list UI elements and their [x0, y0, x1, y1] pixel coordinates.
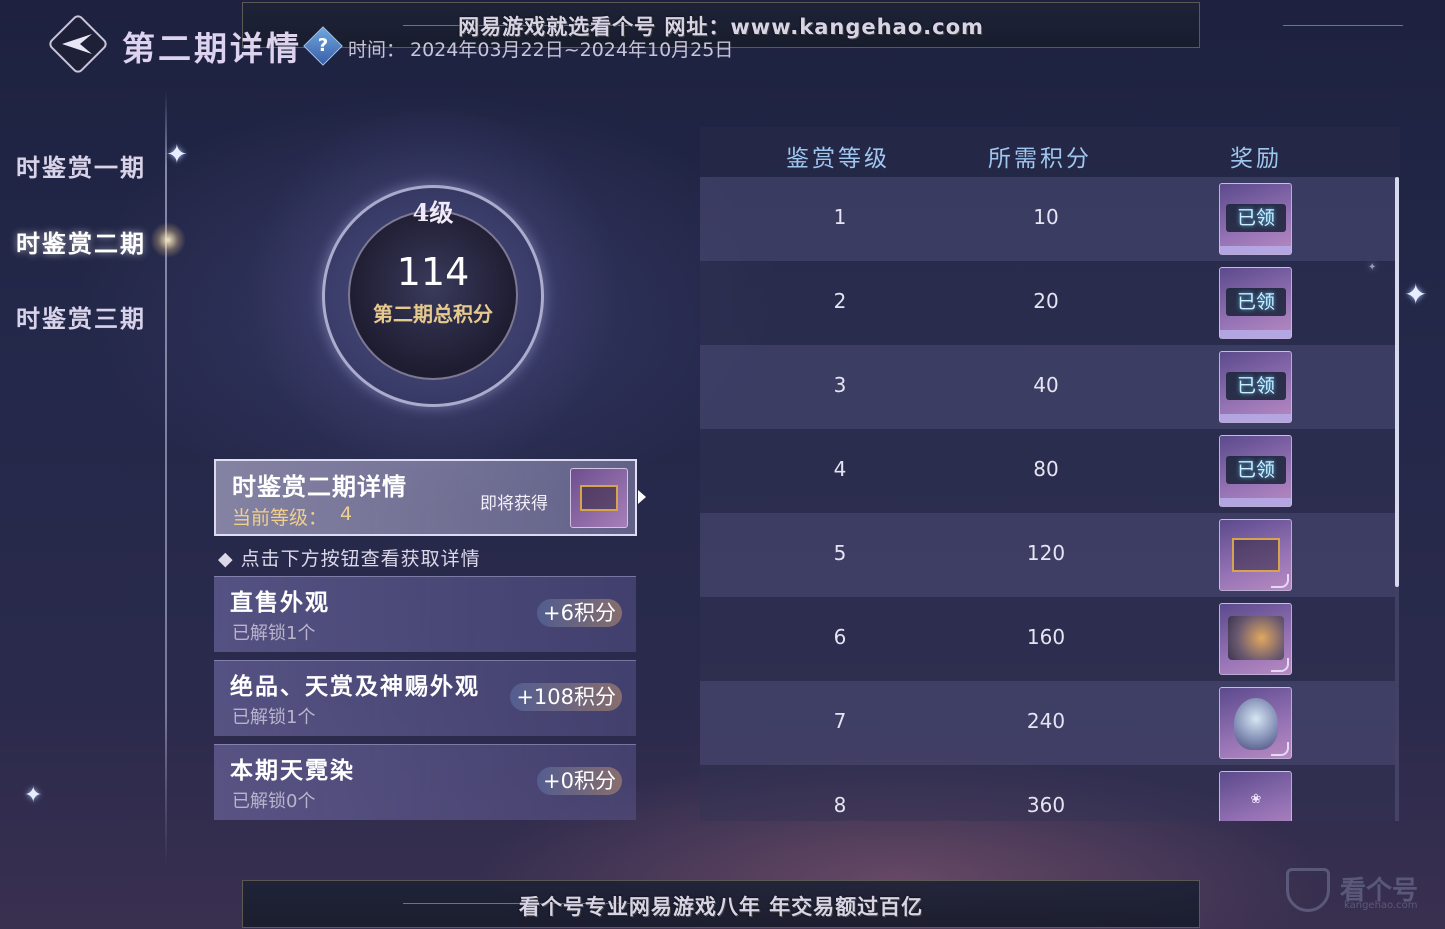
- claimed-label: 已领: [1226, 288, 1286, 316]
- table-row: 4 80 已领: [700, 429, 1395, 513]
- star-icon: ✦: [166, 140, 188, 170]
- row-points: 240: [1026, 709, 1066, 733]
- row-level: 4: [833, 457, 847, 481]
- star-icon: ✦: [1404, 278, 1428, 311]
- source-unlocked: 已解锁1个: [232, 623, 316, 644]
- table-row: 3 40 已领: [700, 345, 1395, 429]
- table-row: 1 10 已领: [700, 177, 1395, 261]
- nav-item-period-2[interactable]: 时鉴赏二期: [16, 224, 146, 259]
- source-card-premium[interactable]: 绝品、天赏及神赐外观 已解锁1个 +108积分: [214, 660, 636, 736]
- row-points: 120: [1026, 541, 1066, 565]
- table-row: 2 20 已领: [700, 261, 1395, 345]
- frame-icon: [580, 485, 618, 511]
- source-unlocked: 已解锁1个: [232, 707, 316, 728]
- upcoming-reward-label: 即将获得: [480, 494, 548, 514]
- row-level: 3: [833, 373, 847, 397]
- nav-item-period-3[interactable]: 时鉴赏三期: [16, 299, 146, 334]
- reward-item[interactable]: [1219, 519, 1292, 591]
- table-row: 6 160: [700, 597, 1395, 681]
- time-value: 2024年03月22日~2024年10月25日: [410, 39, 734, 61]
- reward-bar: [1220, 498, 1291, 506]
- claimed-label: 已领: [1226, 372, 1286, 400]
- current-level-label: 当前等级：: [232, 507, 328, 529]
- total-score-caption: 第二期总积分: [373, 302, 493, 326]
- medal-core: [348, 210, 518, 380]
- frame-icon: [1232, 538, 1280, 572]
- reward-item[interactable]: ❀: [1219, 771, 1292, 821]
- medal-level: 4级: [412, 198, 454, 227]
- page-title: 第二期详情: [122, 29, 302, 68]
- table-row: 5 120: [700, 513, 1395, 597]
- row-points: 40: [1033, 373, 1059, 397]
- upcoming-reward-thumbnail: [570, 468, 628, 528]
- bottom-watermark-text: 看个号专业网易游戏八年 年交易额过百亿: [518, 895, 924, 919]
- row-points: 20: [1033, 289, 1059, 313]
- reward-table-header: 鉴赏等级 所需积分 奖励: [700, 127, 1400, 177]
- current-level-value: 4: [340, 503, 353, 525]
- scrollbar-thumb[interactable]: [1395, 177, 1399, 587]
- source-points-badge: +0积分: [537, 767, 622, 795]
- row-points: 80: [1033, 457, 1059, 481]
- art-icon: [1228, 616, 1284, 660]
- reward-bar: [1220, 330, 1291, 338]
- reward-item[interactable]: 已领: [1219, 267, 1292, 339]
- time-label: 时间：: [348, 39, 406, 61]
- source-unlocked: 已解锁0个: [232, 791, 316, 812]
- reward-item[interactable]: [1219, 603, 1292, 675]
- source-points-badge: +108积分: [510, 683, 622, 711]
- row-points: 360: [1026, 793, 1066, 817]
- row-level: 7: [833, 709, 847, 733]
- row-level: 1: [833, 205, 847, 229]
- site-logo: 看个号 kangehao.com: [1278, 866, 1438, 916]
- total-score: 114: [396, 250, 470, 294]
- row-level: 5: [833, 541, 847, 565]
- nav-active-glow: [150, 222, 186, 258]
- source-card-dye[interactable]: 本期天霓染 已解锁0个 +0积分: [214, 744, 636, 820]
- source-title: 绝品、天赏及神赐外观: [230, 673, 480, 700]
- corner-ornament-icon: [1271, 742, 1289, 756]
- bow-icon: ❀: [1250, 792, 1262, 807]
- source-card-direct-sale[interactable]: 直售外观 已解锁1个 +6积分: [214, 576, 636, 652]
- reward-item[interactable]: [1219, 687, 1292, 759]
- reward-item[interactable]: 已领: [1219, 351, 1292, 423]
- hint-text: ◆ 点击下方按钮查看获取详情: [218, 548, 481, 570]
- reward-item[interactable]: 已领: [1219, 435, 1292, 507]
- bottom-watermark-banner: 看个号专业网易游戏八年 年交易额过百亿: [242, 880, 1200, 928]
- star-icon: ✦: [24, 783, 43, 808]
- reward-bar: [1220, 414, 1291, 422]
- claimed-label: 已领: [1226, 204, 1286, 232]
- reward-table-body[interactable]: 1 10 已领 2 20 已领 3 40 已领 4 80 已领 5 120 6 160 7 240 8 360 ❀: [700, 177, 1395, 821]
- row-points: 160: [1026, 625, 1066, 649]
- back-arrow-icon: [62, 34, 92, 54]
- row-level: 8: [833, 793, 847, 817]
- header-points: 所需积分: [988, 146, 1092, 172]
- row-points: 10: [1033, 205, 1059, 229]
- nav-divider: [165, 90, 167, 865]
- detail-card-title: 时鉴赏二期详情: [232, 472, 407, 501]
- period-detail-card[interactable]: 时鉴赏二期详情 当前等级： 4 即将获得: [214, 459, 637, 536]
- row-level: 6: [833, 625, 847, 649]
- table-row: 8 360 ❀: [700, 765, 1395, 821]
- corner-ornament-icon: [1271, 658, 1289, 672]
- arrow-right-icon: [638, 490, 646, 504]
- table-row: 7 240: [700, 681, 1395, 765]
- source-points-badge: +6积分: [537, 599, 622, 627]
- reward-bar: [1220, 246, 1291, 254]
- logo-url: kangehao.com: [1344, 900, 1418, 911]
- row-level: 2: [833, 289, 847, 313]
- source-title: 直售外观: [230, 589, 330, 616]
- reward-item[interactable]: 已领: [1219, 183, 1292, 255]
- header-reward: 奖励: [1230, 146, 1282, 172]
- corner-ornament-icon: [1271, 574, 1289, 588]
- claimed-label: 已领: [1226, 456, 1286, 484]
- source-title: 本期天霓染: [230, 757, 355, 784]
- header-level: 鉴赏等级: [786, 146, 890, 172]
- shield-icon: [1286, 868, 1330, 912]
- nav-item-period-1[interactable]: 时鉴赏一期: [16, 148, 146, 183]
